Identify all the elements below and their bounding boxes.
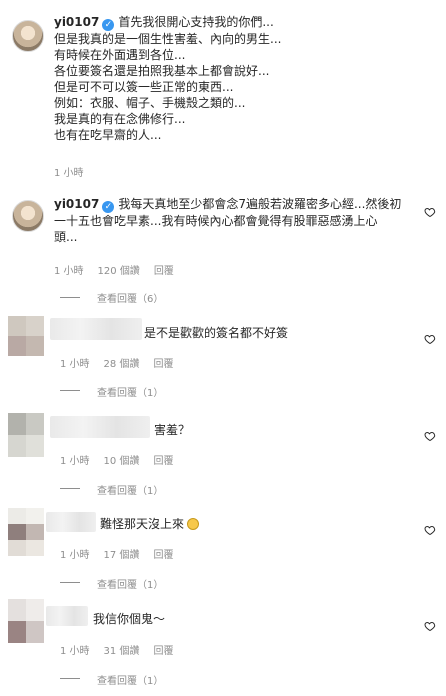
avatar[interactable] <box>8 599 44 643</box>
comment-body: yi0107 ✓ 首先我很開心支持我的你們... 但是我真的是一個生性害羞、內向的男… <box>54 14 434 143</box>
avatar[interactable] <box>12 200 44 232</box>
comment-body: yi0107 ✓ 我每天真地至少都會念7遍般若波羅密多心經...然後初 一十五也會吃… <box>54 196 424 245</box>
blurred-username <box>50 416 150 438</box>
blurred-username <box>46 512 96 532</box>
timestamp: 1 小時 <box>54 168 84 179</box>
worried-face-emoji-icon <box>187 518 200 530</box>
comment-line: 各位要簽名還是拍照我基本上都會說好... <box>54 64 270 78</box>
comment-line: 有時候在外面遇到各位... <box>54 48 186 62</box>
like-count[interactable]: 120 個讚 <box>98 266 140 277</box>
comment-text: 難怪那天沒上來 <box>100 517 185 531</box>
like-count[interactable]: 31 個讚 <box>104 646 140 657</box>
username[interactable]: yi0107 <box>54 15 99 29</box>
view-replies-button[interactable]: 查看回覆（1） <box>97 576 163 591</box>
blurred-username <box>50 318 142 340</box>
reply-button[interactable]: 回覆 <box>153 550 173 561</box>
reply-button[interactable]: 回覆 <box>153 456 173 467</box>
timestamp: 1 小時 <box>60 550 90 561</box>
comment-text: 害羞？ <box>154 423 191 437</box>
timestamp: 1 小時 <box>60 359 90 370</box>
reply-button[interactable]: 回覆 <box>154 266 174 277</box>
view-replies-button[interactable]: 查看回覆（1） <box>97 482 163 497</box>
comment-line: 也有在吃早齋的人... <box>54 128 162 142</box>
view-replies-button[interactable]: 查看回覆（1） <box>97 672 163 687</box>
avatar[interactable] <box>12 20 44 52</box>
reply-button[interactable]: 回覆 <box>153 359 173 370</box>
comment-line: 一十五也會吃早素...我有時候內心都會覺得有股罪惡感湧上心 <box>54 214 378 228</box>
divider-line <box>60 390 80 391</box>
comment-meta: 1 小時 28 個讚 回覆 <box>60 355 187 370</box>
divider-line <box>60 678 80 679</box>
divider-line <box>60 582 80 583</box>
like-count[interactable]: 28 個讚 <box>104 359 140 370</box>
view-replies-button[interactable]: 查看回覆（6） <box>97 290 163 305</box>
timestamp: 1 小時 <box>60 456 90 467</box>
avatar[interactable] <box>8 508 44 556</box>
comment-text-row: 難怪那天沒上來 <box>100 516 200 532</box>
view-replies-button[interactable]: 查看回覆（1） <box>97 384 163 399</box>
like-heart-icon[interactable] <box>424 524 436 536</box>
comment-line: 但是可不可以簽一些正常的東西... <box>54 80 234 94</box>
timestamp: 1 小時 <box>60 646 90 657</box>
comment-line: 但是我真的是一個生性害羞、內向的男生... <box>54 32 282 46</box>
comment-text: 是不是歡歡的簽名都不好簽 <box>144 326 289 340</box>
comment-meta: 1 小時 10 個讚 回覆 <box>60 452 187 467</box>
comment-text: 我信你個鬼～ <box>93 612 166 626</box>
comment-line: 我是真的有在念佛修行... <box>54 112 186 126</box>
comment-meta: 1 小時 31 個讚 回覆 <box>60 642 187 657</box>
like-heart-icon[interactable] <box>424 206 436 218</box>
avatar[interactable] <box>8 413 44 457</box>
like-heart-icon[interactable] <box>424 620 436 632</box>
like-count[interactable]: 10 個讚 <box>104 456 140 467</box>
comment-meta: 1 小時 120 個讚 回覆 <box>54 262 188 277</box>
comment-line: 例如：衣服、帽子、手機殼之類的... <box>54 96 246 110</box>
comment-meta: 1 小時 17 個讚 回覆 <box>60 546 187 561</box>
comment-meta: 1 小時 <box>54 164 98 179</box>
blurred-username <box>46 606 88 626</box>
divider-line <box>60 488 80 489</box>
like-heart-icon[interactable] <box>424 333 436 345</box>
divider-line <box>60 297 80 298</box>
verified-badge-icon: ✓ <box>102 201 115 213</box>
like-count[interactable]: 17 個讚 <box>104 550 140 561</box>
comment-line: 我每天真地至少都會念7遍般若波羅密多心經...然後初 <box>118 197 402 211</box>
comment-line: 頭... <box>54 230 78 244</box>
verified-badge-icon: ✓ <box>102 19 115 31</box>
username[interactable]: yi0107 <box>54 197 99 211</box>
avatar[interactable] <box>8 316 44 356</box>
timestamp: 1 小時 <box>54 266 84 277</box>
like-heart-icon[interactable] <box>424 430 436 442</box>
reply-button[interactable]: 回覆 <box>153 646 173 657</box>
comment-line: 首先我很開心支持我的你們... <box>118 15 274 29</box>
